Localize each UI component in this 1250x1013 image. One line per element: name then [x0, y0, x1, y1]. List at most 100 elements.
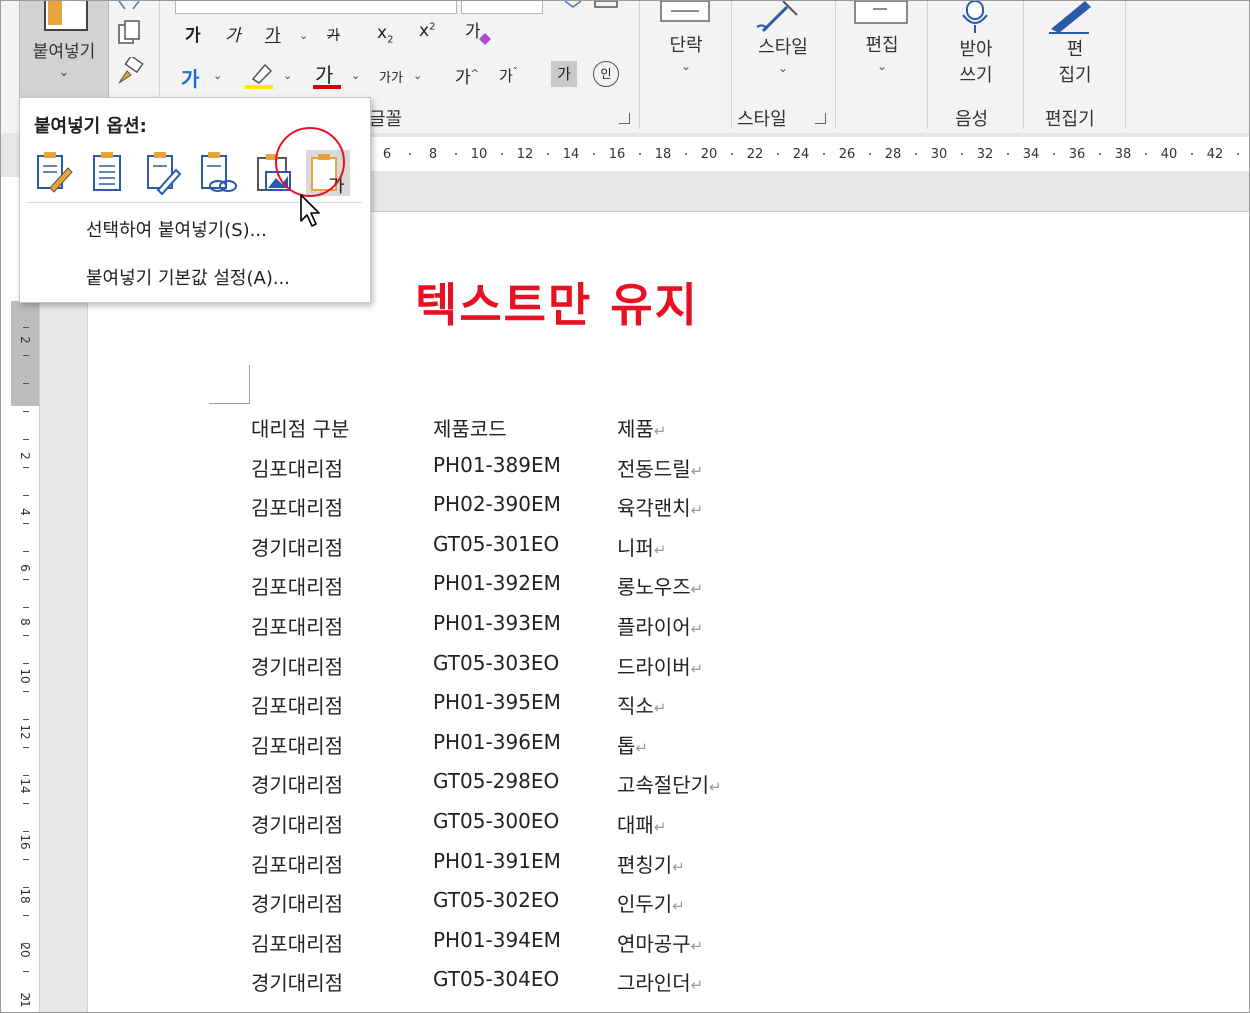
- paragraph-mark: ↵: [653, 699, 667, 718]
- ruler-tick: [685, 153, 687, 155]
- ruler-number: 32: [976, 147, 994, 162]
- table-cell[interactable]: 고속절단기↵: [617, 769, 722, 798]
- table-header-cell[interactable]: 대리점 구분: [251, 413, 349, 442]
- text-effect-chevron-icon[interactable]: ⌄: [213, 69, 222, 82]
- table-cell[interactable]: 경기대리점: [251, 532, 343, 561]
- table-cell[interactable]: 인두기↵: [617, 888, 685, 917]
- paste-special-item[interactable]: 선택하여 붙여넣기(S)...: [86, 216, 267, 242]
- vertical-ruler-number: 6: [18, 564, 32, 572]
- table-cell[interactable]: 연마공구↵: [617, 928, 703, 957]
- table-cell[interactable]: PH01-393EM: [433, 611, 561, 635]
- highlight-chevron-icon[interactable]: ⌄: [283, 69, 292, 82]
- vertical-ruler-tick: [23, 915, 29, 916]
- table-cell[interactable]: 편칭기↵: [617, 849, 685, 878]
- clear-format-small-icon[interactable]: [563, 1, 583, 9]
- table-cell[interactable]: 플라이어↵: [617, 611, 703, 640]
- ruler-number: 6: [382, 147, 392, 162]
- strikethrough-button[interactable]: 가: [327, 25, 340, 45]
- paste-button[interactable]: 붙여넣기 ⌄: [19, 1, 109, 98]
- table-header-cell[interactable]: 제품↵: [617, 413, 666, 442]
- paragraph-button[interactable]: 단락 ⌄: [651, 33, 721, 73]
- table-cell[interactable]: PH01-389EM: [433, 453, 561, 477]
- table-cell[interactable]: 경기대리점: [251, 967, 343, 996]
- bold-button[interactable]: 가: [185, 21, 201, 46]
- voice-group-label: 음성: [955, 109, 989, 130]
- table-cell[interactable]: PH01-392EM: [433, 571, 561, 595]
- font-color-chevron-icon[interactable]: ⌄: [351, 69, 360, 82]
- table-cell[interactable]: 경기대리점: [251, 888, 343, 917]
- cut-icon[interactable]: [113, 1, 145, 11]
- table-cell[interactable]: 경기대리점: [251, 769, 343, 798]
- table-cell[interactable]: 직소↵: [617, 690, 666, 719]
- table-cell[interactable]: 니퍼↵: [617, 532, 666, 561]
- table-cell[interactable]: 김포대리점: [251, 492, 343, 521]
- styles-dialog-launcher-icon[interactable]: [815, 113, 826, 124]
- table-cell[interactable]: 김포대리점: [251, 849, 343, 878]
- table-cell[interactable]: PH01-391EM: [433, 849, 561, 873]
- italic-button[interactable]: 가: [225, 21, 241, 46]
- table-cell[interactable]: 그라인더↵: [617, 967, 703, 996]
- margin-corner-mark: [209, 365, 250, 404]
- table-cell[interactable]: 전동드릴↵: [617, 453, 703, 482]
- use-destination-styles-icon[interactable]: [142, 150, 186, 196]
- table-cell[interactable]: PH01-394EM: [433, 928, 561, 952]
- font-size-box[interactable]: [461, 1, 543, 14]
- enclose-characters-button[interactable]: 인: [593, 61, 619, 87]
- table-cell[interactable]: 김포대리점: [251, 690, 343, 719]
- editing-button[interactable]: 편집 ⌄: [847, 33, 917, 73]
- subscript-button[interactable]: x2: [377, 23, 393, 45]
- ruler-number: 8: [428, 147, 438, 162]
- character-border-button[interactable]: 가: [551, 61, 577, 87]
- editor-pen-icon: [1049, 1, 1091, 34]
- vertical-ruler-number: 2: [18, 336, 32, 344]
- paragraph-mark: ↵: [690, 976, 704, 995]
- vertical-ruler-number: 18: [18, 888, 32, 904]
- grow-font-button[interactable]: 가^: [455, 63, 479, 88]
- copy-icon[interactable]: [115, 19, 143, 47]
- table-cell[interactable]: 롱노우즈↵: [617, 571, 703, 600]
- table-cell[interactable]: GT05-303EO: [433, 651, 559, 675]
- styles-button[interactable]: 스타일 ⌄: [743, 35, 823, 75]
- table-cell[interactable]: 드라이버↵: [617, 651, 703, 680]
- table-cell[interactable]: PH02-390EM: [433, 492, 561, 516]
- table-cell[interactable]: PH01-395EM: [433, 690, 561, 714]
- char-shading-chevron-icon[interactable]: ⌄: [413, 69, 422, 82]
- paragraph-mark: ↵: [690, 936, 704, 955]
- format-painter-icon[interactable]: [113, 57, 145, 87]
- dictate-button[interactable]: 받아 쓰기: [941, 37, 1011, 89]
- table-cell[interactable]: 김포대리점: [251, 611, 343, 640]
- chevron-down-icon[interactable]: ⌄: [20, 65, 108, 80]
- underline-chevron-icon[interactable]: ⌄: [299, 29, 308, 42]
- superscript-button[interactable]: x2: [419, 21, 435, 41]
- keep-source-formatting-icon[interactable]: [32, 150, 76, 196]
- table-cell[interactable]: GT05-300EO: [433, 809, 559, 833]
- table-cell[interactable]: 경기대리점: [251, 651, 343, 680]
- table-cell[interactable]: 대패↵: [617, 809, 666, 838]
- font-name-box[interactable]: [175, 1, 457, 14]
- table-header-cell[interactable]: 제품코드: [433, 413, 507, 442]
- merge-formatting-icon[interactable]: [86, 150, 130, 196]
- change-case-icon[interactable]: [591, 1, 621, 11]
- table-cell[interactable]: GT05-302EO: [433, 888, 559, 912]
- vertical-ruler-tick: [23, 775, 29, 776]
- table-cell[interactable]: 톱↵: [617, 730, 648, 759]
- table-cell[interactable]: GT05-298EO: [433, 769, 559, 793]
- table-cell[interactable]: 육각랜치↵: [617, 492, 703, 521]
- shrink-font-button[interactable]: 가ˇ: [499, 65, 518, 86]
- table-cell[interactable]: GT05-301EO: [433, 532, 559, 556]
- table-cell[interactable]: 김포대리점: [251, 571, 343, 600]
- underline-button[interactable]: 가: [265, 21, 281, 46]
- table-cell[interactable]: 김포대리점: [251, 928, 343, 957]
- table-cell[interactable]: GT05-304EO: [433, 967, 559, 991]
- font-dialog-launcher-icon[interactable]: [619, 113, 630, 124]
- text-effect-color-button[interactable]: 가: [181, 63, 199, 92]
- link-keep-source-icon[interactable]: [196, 150, 240, 196]
- set-default-paste-item[interactable]: 붙여넣기 기본값 설정(A)...: [86, 264, 290, 290]
- table-cell[interactable]: 김포대리점: [251, 453, 343, 482]
- font-color-button[interactable]: 가: [315, 59, 333, 88]
- editor-button[interactable]: 편 집기: [1037, 37, 1113, 89]
- table-cell[interactable]: 김포대리점: [251, 730, 343, 759]
- table-cell[interactable]: 경기대리점: [251, 809, 343, 838]
- table-cell[interactable]: PH01-396EM: [433, 730, 561, 754]
- char-shading-button[interactable]: 가가: [379, 67, 403, 86]
